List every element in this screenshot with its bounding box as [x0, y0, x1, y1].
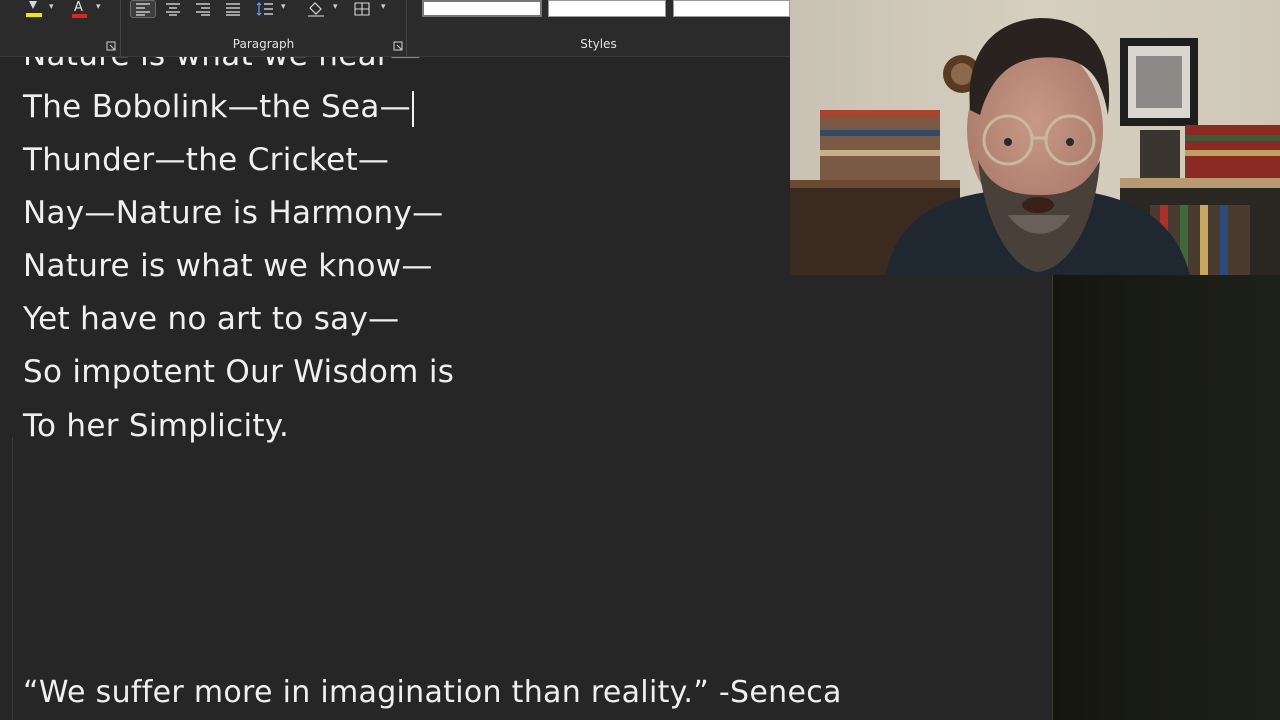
- highlight-color-button[interactable]: [20, 0, 46, 18]
- chevron-down-icon[interactable]: ▾: [333, 2, 338, 12]
- page-margin-divider: [12, 437, 13, 720]
- poem-line: Nay—Nature is Harmony—: [23, 195, 444, 231]
- align-left-button[interactable]: [130, 0, 156, 18]
- poem-line-text: The Bobolink—the Sea—: [23, 89, 411, 125]
- shading-button[interactable]: [303, 0, 329, 18]
- chevron-down-icon[interactable]: ▾: [96, 2, 101, 12]
- align-center-button[interactable]: [161, 0, 185, 18]
- style-gallery-item[interactable]: [548, 0, 666, 17]
- chevron-down-icon[interactable]: ▾: [49, 2, 54, 12]
- paragraph-group-label: Paragraph: [232, 37, 295, 51]
- side-panel: [1052, 275, 1280, 720]
- line-spacing-icon: [256, 2, 273, 16]
- justify-button[interactable]: [221, 0, 245, 18]
- borders-button[interactable]: [349, 0, 375, 18]
- chevron-down-icon[interactable]: ▾: [381, 2, 386, 12]
- poem-line: To her Simplicity.: [23, 408, 290, 444]
- align-right-icon: [196, 2, 210, 16]
- styles-group: Styles: [407, 0, 790, 56]
- dialog-launcher-icon[interactable]: [393, 41, 403, 51]
- style-gallery-item[interactable]: [422, 0, 542, 17]
- svg-text:A: A: [74, 1, 83, 15]
- paragraph-group: ▾ ▾ ▾ Paragraph: [121, 0, 407, 56]
- styles-group-label: Styles: [580, 37, 617, 51]
- poem-line: The Bobolink—the Sea—: [23, 89, 414, 127]
- paint-bucket-icon: [308, 1, 324, 17]
- ribbon: ▾ A ▾ ▾ ▾ ▾ Paragraph Styles: [0, 0, 790, 57]
- webcam-video-icon: [790, 0, 1280, 275]
- borders-icon: [354, 2, 370, 16]
- poem-line: Nature is what we know—: [23, 248, 433, 284]
- align-center-icon: [166, 2, 180, 16]
- poem-line: Thunder—the Cricket—: [23, 142, 390, 178]
- font-color-button[interactable]: A: [66, 0, 92, 18]
- style-gallery-item[interactable]: [673, 0, 790, 17]
- justify-icon: [226, 2, 240, 16]
- text-cursor: [412, 90, 414, 127]
- highlighter-icon: [26, 1, 42, 17]
- dialog-launcher-icon[interactable]: [106, 41, 116, 51]
- align-left-icon: [136, 2, 150, 16]
- quote-line: “We suffer more in imagination than real…: [23, 675, 842, 710]
- font-color-icon: A: [72, 1, 87, 18]
- webcam-overlay: [790, 0, 1280, 275]
- poem-line: So impotent Our Wisdom is: [23, 354, 455, 390]
- font-group: ▾ A ▾: [0, 0, 121, 56]
- align-right-button[interactable]: [191, 0, 215, 18]
- line-spacing-button[interactable]: [253, 0, 277, 18]
- chevron-down-icon[interactable]: ▾: [281, 2, 286, 12]
- poem-line: Yet have no art to say—: [23, 301, 400, 337]
- poem-line: Nature is what we hear—: [23, 57, 421, 73]
